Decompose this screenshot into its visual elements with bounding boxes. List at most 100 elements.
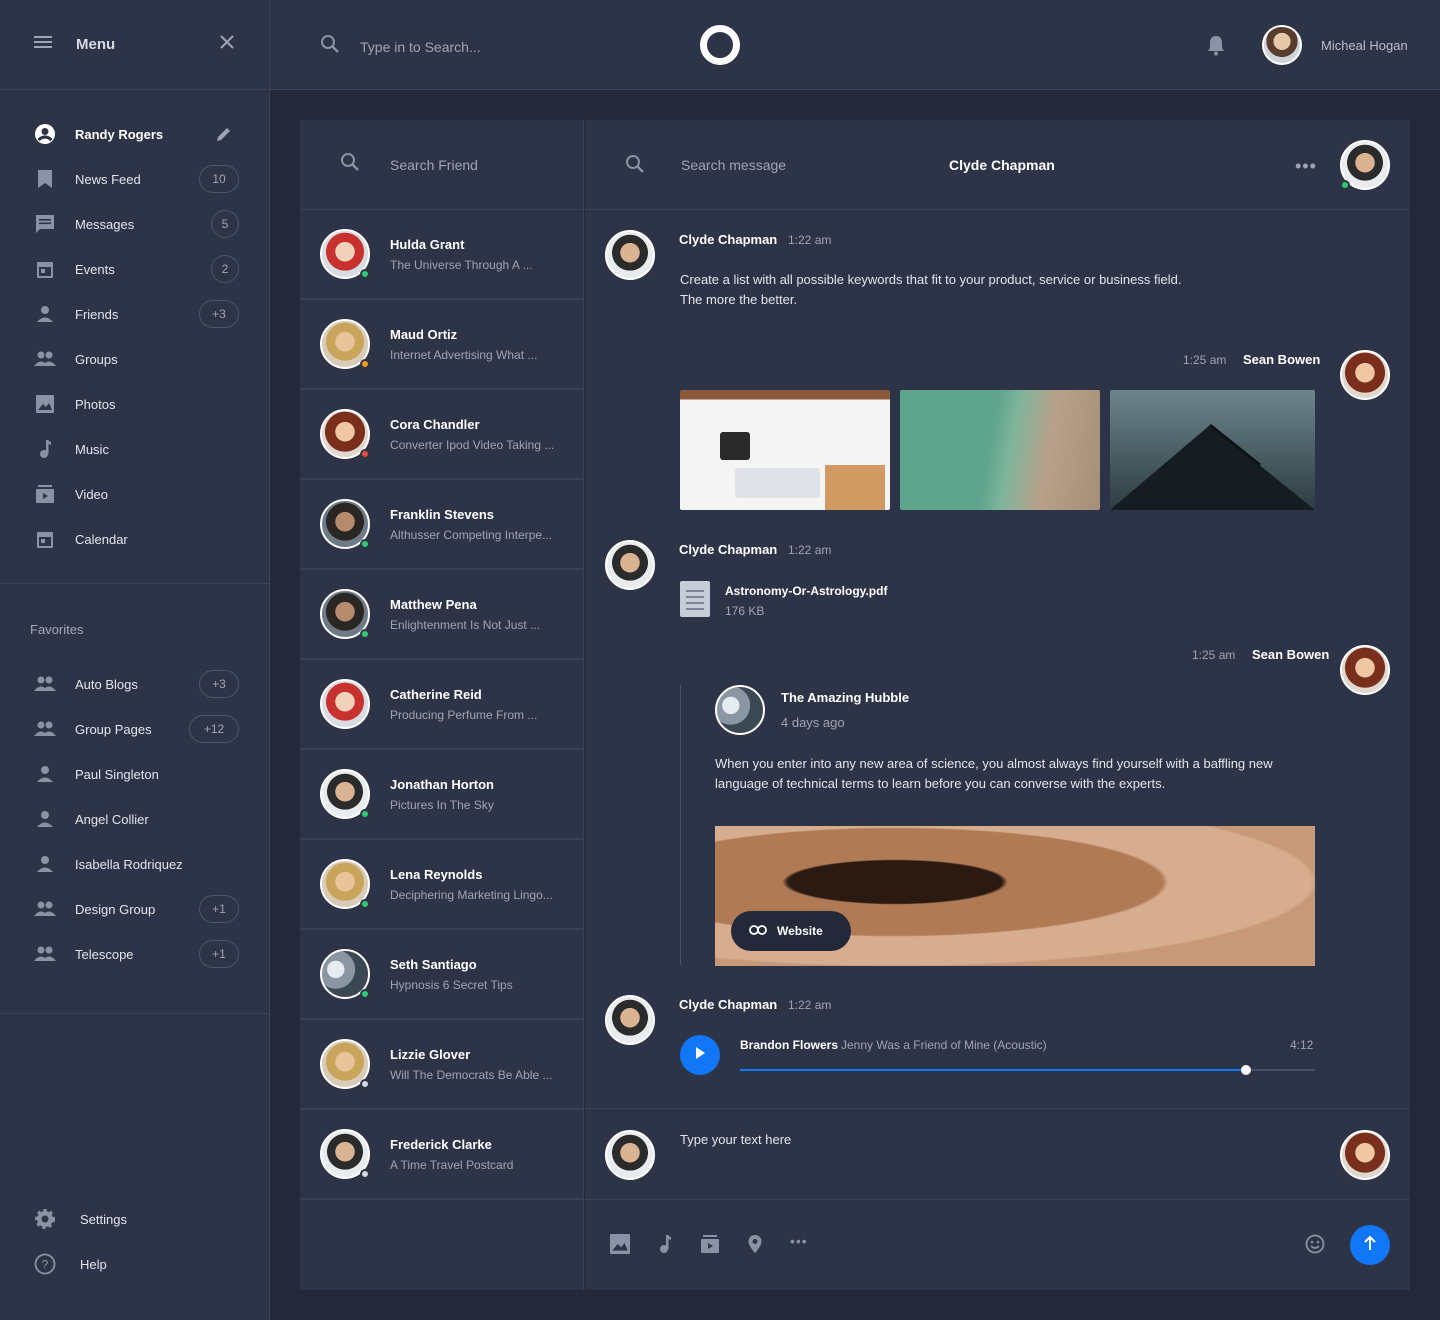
friend-name: Franklin Stevens [390,506,495,522]
message-text-line: The more the better. [680,292,798,307]
bell-icon[interactable] [1206,34,1226,61]
sidebar-item-photos[interactable]: Photos [0,384,269,424]
current-user[interactable]: Micheal Hogan [1262,25,1408,65]
shared-photo[interactable] [680,390,890,510]
search-icon [625,154,645,179]
friend-row[interactable]: Jonathan Horton Pictures In The Sky [300,750,583,840]
more-icon[interactable]: ••• [790,1233,808,1249]
friend-preview: Converter Ipod Video Taking ... [390,437,555,452]
friend-row[interactable]: Matthew Pena Enlightenment Is Not Just ..… [300,570,583,660]
friend-row[interactable]: Lizzie Glover Will The Democrats Be Able … [300,1020,583,1110]
sidebar-item-label: Help [80,1256,107,1272]
search-icon [340,152,360,177]
favorite-angel-collier[interactable]: Angel Collier [0,799,269,839]
audio-progress-bar[interactable] [740,1065,1315,1075]
sidebar-item-news-feed[interactable]: News Feed 10 [0,159,269,199]
sidebar-item-calendar[interactable]: Calendar [0,519,269,559]
friend-row[interactable]: Lena Reynolds Deciphering Marketing Lingo… [300,840,583,930]
shared-photo[interactable] [900,390,1100,510]
friend-row[interactable]: Frederick Clarke A Time Travel Postcard [300,1110,583,1200]
sidebar-item-groups[interactable]: Groups [0,339,269,379]
video-library-icon[interactable] [700,1234,720,1259]
location-pin-icon[interactable] [747,1234,763,1259]
emoji-icon[interactable] [1305,1234,1325,1259]
global-search-input[interactable]: Type in to Search... [360,39,481,55]
friend-name: Maud Ortiz [390,326,458,342]
global-search[interactable]: Type in to Search... [320,34,481,59]
file-name[interactable]: Astronomy-Or-Astrology.pdf [725,584,887,598]
sidebar-item-label: Video [75,486,109,502]
send-button[interactable] [1350,1225,1390,1265]
person-icon [34,853,56,875]
favorite-group-pages[interactable]: Group Pages +12 [0,709,269,749]
status-offline-dot [360,1169,370,1179]
image-icon[interactable] [610,1234,630,1259]
image-icon [34,393,56,415]
music-note-icon[interactable] [658,1234,672,1259]
play-button[interactable] [680,1035,720,1075]
friend-row[interactable]: Hulda Grant The Universe Through A ... [300,210,583,300]
more-icon[interactable]: ••• [1295,156,1317,177]
audio-progress-handle[interactable] [1241,1065,1251,1075]
sidebar-item-friends[interactable]: Friends +3 [0,294,269,334]
file-size: 176 KB [725,604,765,618]
link-description-line: language of technical terms to learn bef… [715,776,1166,791]
message-icon [34,213,56,235]
count-badge: 5 [211,210,239,238]
document-icon[interactable] [680,581,710,617]
website-button[interactable]: Website [731,911,851,951]
person-icon [34,808,56,830]
link-preview-image[interactable]: Website [715,826,1315,966]
friend-preview: Hypnosis 6 Secret Tips [390,977,513,992]
friend-search[interactable]: Search Friend [300,120,583,210]
favorite-telescope[interactable]: Telescope +1 [0,934,269,974]
sidebar-item-label: News Feed [75,171,141,187]
sidebar-item-music[interactable]: Music [0,429,269,469]
friend-row[interactable]: Franklin Stevens Althusser Competing Inte… [300,480,583,570]
favorite-paul-singleton[interactable]: Paul Singleton [0,754,269,794]
sidebar-item-video[interactable]: Video [0,474,269,514]
avatar[interactable] [1340,140,1390,190]
logo[interactable] [700,25,740,65]
avatar [605,995,655,1045]
friend-row[interactable]: Seth Santiago Hypnosis 6 Secret Tips [300,930,583,1020]
friend-name: Matthew Pena [390,596,477,612]
count-badge: +12 [189,715,239,743]
bookmark-icon [34,168,56,190]
sidebar-profile[interactable]: Randy Rogers [0,114,269,154]
hamburger-icon[interactable] [34,34,54,55]
link-description-line: When you enter into any new area of scie… [715,756,1273,771]
sidebar-item-messages[interactable]: Messages 5 [0,204,269,244]
friend-name: Seth Santiago [390,956,477,972]
link-title[interactable]: The Amazing Hubble [781,690,909,705]
count-badge: 10 [199,165,239,193]
friend-row[interactable]: Maud Ortiz Internet Advertising What ... [300,300,583,390]
message-search-input[interactable]: Search message [681,157,786,173]
friend-row[interactable]: Cora Chandler Converter Ipod Video Taking… [300,390,583,480]
sidebar-item-settings[interactable]: Settings [0,1199,269,1239]
favorite-label: Auto Blogs [75,676,138,692]
favorite-auto-blogs[interactable]: Auto Blogs +3 [0,664,269,704]
compose-input[interactable]: Type your text here [680,1132,791,1147]
svg-text:?: ? [42,1258,49,1272]
avatar [605,540,655,590]
shared-photo[interactable] [1110,390,1315,510]
favorite-label: Group Pages [75,721,152,737]
friend-search-input[interactable]: Search Friend [390,157,478,173]
edit-icon[interactable] [215,125,233,148]
link-icon [749,924,767,938]
group-icon [34,673,56,695]
track-title: Jenny Was a Friend of Mine (Acoustic) [841,1038,1047,1052]
close-icon[interactable] [219,34,235,55]
sidebar-item-help[interactable]: ? Help [0,1244,269,1284]
status-online-dot [360,809,370,819]
friend-row[interactable]: Catherine Reid Producing Perfume From ... [300,660,583,750]
music-note-icon [34,438,56,460]
favorite-design-group[interactable]: Design Group +1 [0,889,269,929]
top-bar: Type in to Search... Micheal Hogan [270,0,1440,90]
sidebar-item-events[interactable]: Events 2 [0,249,269,289]
favorite-label: Isabella Rodriquez [75,856,183,872]
favorite-isabella-rodriquez[interactable]: Isabella Rodriquez [0,844,269,884]
avatar [320,769,370,819]
status-online-dot [1340,180,1350,190]
